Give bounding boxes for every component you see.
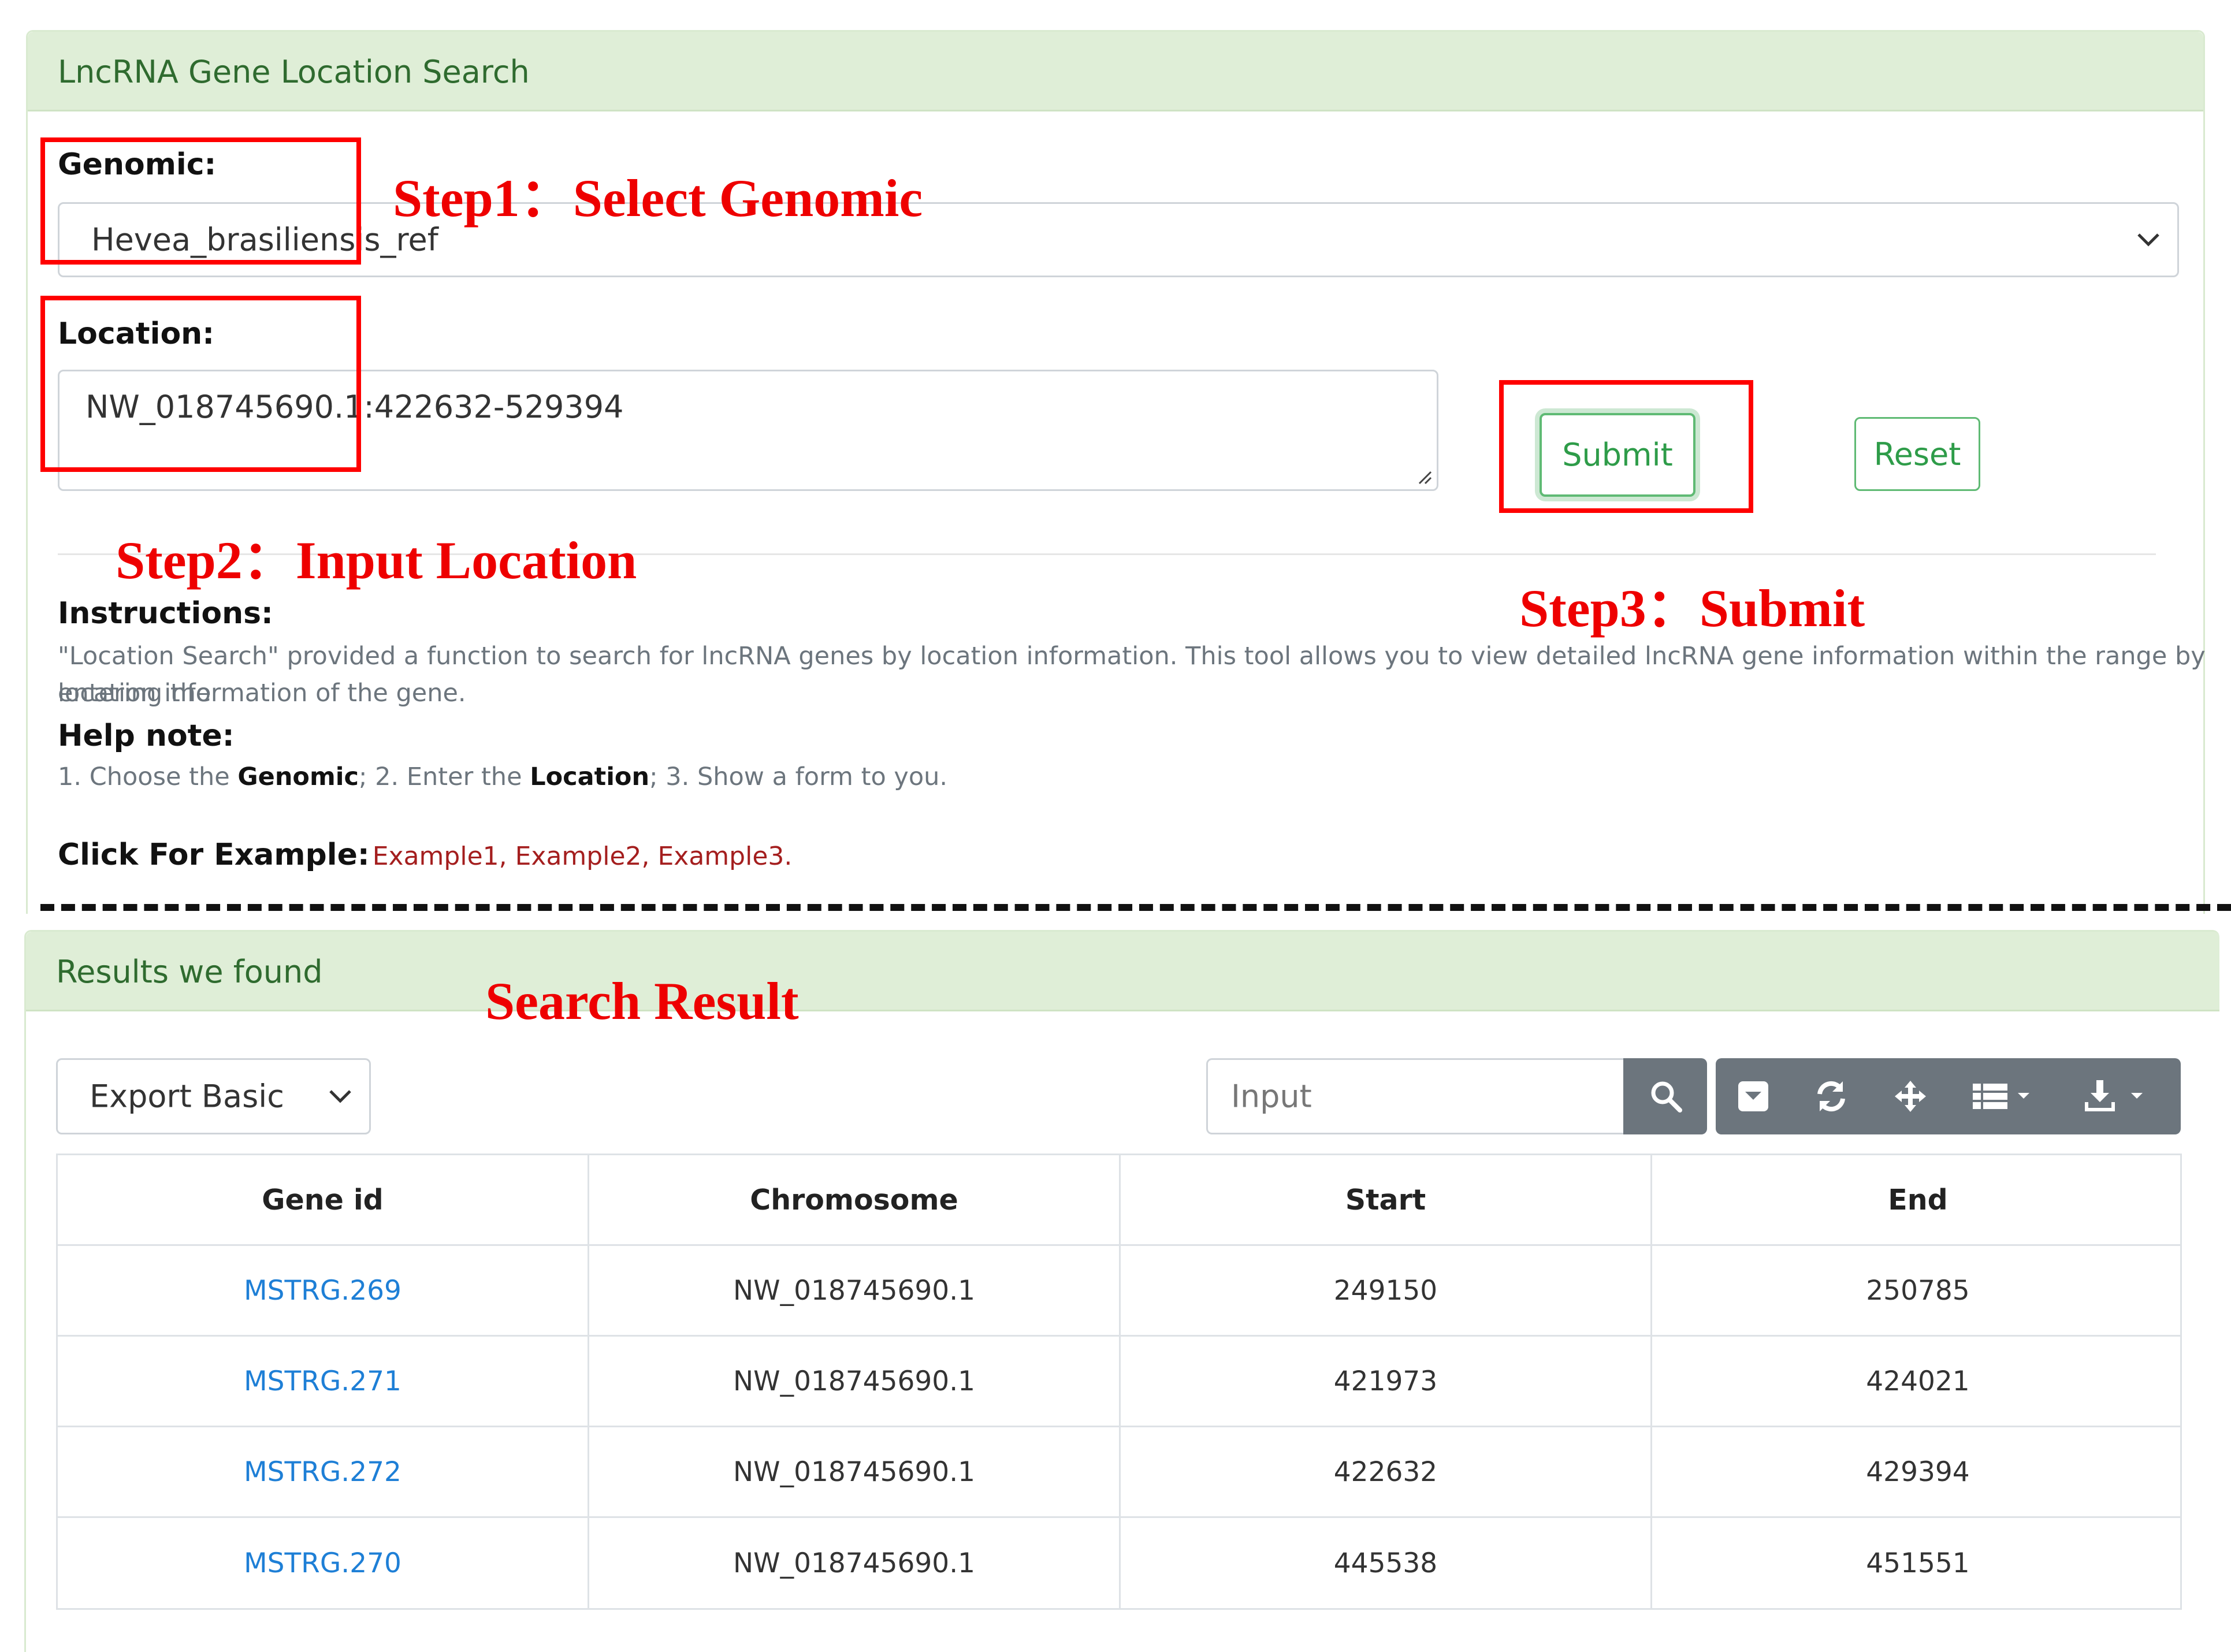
start-cell: 249150 <box>1121 1246 1652 1335</box>
step2-annotation: Step2：Input Location <box>116 531 637 590</box>
help-note-text: 1. Choose the Genomic; 2. Enter the Loca… <box>58 762 948 791</box>
search-placeholder: Input <box>1231 1078 1312 1115</box>
gene-id-link[interactable]: MSTRG.272 <box>244 1456 401 1488</box>
help-location: Location <box>530 762 650 791</box>
genomic-select[interactable]: Hevea_brasiliensis_ref <box>58 202 2179 277</box>
columns-icon <box>1973 1084 2029 1109</box>
gene-id-link[interactable]: MSTRG.270 <box>244 1547 401 1579</box>
gene-id-link[interactable]: MSTRG.269 <box>244 1275 401 1307</box>
move-icon <box>1895 1081 1926 1112</box>
search-icon <box>1651 1081 1682 1113</box>
example1-link[interactable]: Example1 <box>373 842 499 871</box>
col-header-end[interactable]: End <box>1652 1155 2184 1244</box>
col-header-gene-id[interactable]: Gene id <box>58 1155 589 1244</box>
table-header-row: Gene id Chromosome Start End <box>58 1155 2180 1246</box>
end-cell: 429394 <box>1866 1456 1970 1488</box>
chromosome-cell: NW_018745690.1 <box>589 1246 1121 1335</box>
refresh-icon <box>1817 1081 1845 1112</box>
download-button[interactable] <box>2068 1058 2166 1134</box>
start-cell: 445538 <box>1121 1518 1652 1609</box>
example3-link[interactable]: Example3 <box>658 842 784 871</box>
end-cell: 424021 <box>1866 1365 1970 1397</box>
table-row: MSTRG.269 NW_018745690.1 249150 250785 <box>58 1246 2180 1337</box>
chromosome-cell: NW_018745690.1 <box>589 1518 1121 1609</box>
table-row: MSTRG.272 NW_018745690.1 422632 429394 <box>58 1427 2180 1518</box>
step1-highlight-box <box>40 137 361 265</box>
instructions-text-line2: location information of the gene. <box>58 679 466 708</box>
example-row: Click For Example: Example1, Example2, E… <box>58 838 793 872</box>
col-header-chromosome[interactable]: Chromosome <box>589 1155 1121 1244</box>
example-label: Click For Example: <box>58 838 370 872</box>
step3-highlight-box <box>1499 380 1753 513</box>
col-header-start[interactable]: Start <box>1121 1155 1652 1244</box>
section-separator <box>40 904 2231 911</box>
instructions-label: Instructions: <box>58 596 273 631</box>
download-icon <box>2085 1080 2143 1111</box>
help-note-label: Help note: <box>58 719 235 753</box>
chromosome-cell: NW_018745690.1 <box>589 1427 1121 1516</box>
panel-title: LncRNA Gene Location Search <box>58 54 530 90</box>
step2-highlight-box <box>40 296 361 472</box>
search-button[interactable] <box>1623 1058 1707 1134</box>
results-table: Gene id Chromosome Start End MSTRG.269 N… <box>56 1154 2182 1610</box>
fullscreen-button[interactable] <box>1873 1058 1948 1134</box>
toggle-icon <box>1738 1081 1768 1111</box>
table-toolbar <box>1716 1058 2181 1134</box>
refresh-button[interactable] <box>1794 1058 1869 1134</box>
table-search-input[interactable]: Input <box>1206 1058 1625 1134</box>
end-cell: 250785 <box>1866 1274 1970 1307</box>
start-cell: 422632 <box>1121 1427 1652 1516</box>
export-select-value: Export Basic <box>90 1078 284 1115</box>
chevron-down-icon <box>329 1090 351 1103</box>
toggle-view-button[interactable] <box>1716 1058 1791 1134</box>
end-cell: 451551 <box>1866 1547 1970 1579</box>
results-title: Results we found <box>56 954 323 990</box>
step1-annotation: Step1：Select Genomic <box>393 169 923 228</box>
chromosome-cell: NW_018745690.1 <box>589 1337 1121 1426</box>
help-genomic: Genomic <box>237 762 359 791</box>
export-select[interactable]: Export Basic <box>56 1058 371 1134</box>
table-row: MSTRG.270 NW_018745690.1 445538 451551 <box>58 1518 2180 1609</box>
step3-annotation: Step3：Submit <box>1519 579 1865 638</box>
reset-button[interactable]: Reset <box>1854 417 1980 491</box>
resize-grip-icon[interactable] <box>1415 467 1432 485</box>
start-cell: 421973 <box>1121 1337 1652 1426</box>
example2-link[interactable]: Example2 <box>515 842 642 871</box>
panel-header: LncRNA Gene Location Search <box>28 32 2203 111</box>
search-result-annotation: Search Result <box>485 972 799 1030</box>
chevron-down-icon <box>2137 233 2159 247</box>
table-row: MSTRG.271 NW_018745690.1 421973 424021 <box>58 1337 2180 1427</box>
results-header: Results we found <box>26 932 2219 1011</box>
columns-button[interactable] <box>1957 1058 2050 1134</box>
gene-id-link[interactable]: MSTRG.271 <box>244 1365 401 1397</box>
